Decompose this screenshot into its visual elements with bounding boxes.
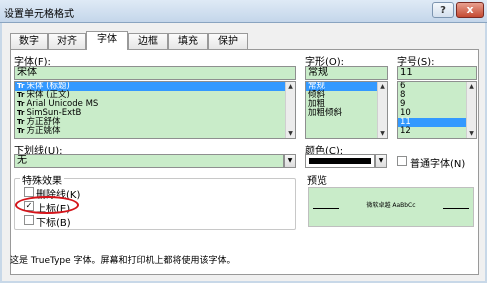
tab-border[interactable]: 边框 [128,33,168,49]
subscript-label: 下标(B) [36,218,71,229]
font-info-text: 这是 TrueType 字体。屏幕和打印机上都将使用该字体。 [10,256,236,266]
chevron-down-icon: ▼ [378,157,384,164]
scroll-down-icon[interactable]: ▼ [467,129,476,138]
scroll-down-icon[interactable]: ▼ [286,129,295,138]
tab-number[interactable]: 数字 [10,33,48,49]
strikethrough-checkbox[interactable] [24,187,34,197]
tab-alignment[interactable]: 对齐 [48,33,86,49]
preview-text: 微软卓越 AaBbCc [366,202,416,209]
color-swatch [309,158,371,164]
list-item-label: 加粗倾斜 [308,108,343,118]
preview-box: 微软卓越 AaBbCc [308,187,474,227]
size-list[interactable]: 6 8 9 10 11 12 ▲ ▼ [397,81,477,139]
style-list-scrollbar[interactable]: ▲ ▼ [377,82,387,138]
list-item[interactable]: 加粗倾斜 [306,109,387,118]
list-item[interactable]: 6 [398,82,476,91]
list-item-label: 方正姚体 [26,126,61,136]
preview-baseline-left [313,208,339,209]
tab-fill[interactable]: 填充 [168,33,208,49]
preview-label: 预览 [307,176,327,187]
style-input[interactable]: 常规 [305,66,388,80]
help-button[interactable]: ? [432,2,454,18]
title-bar: 设置单元格格式 ? x [0,0,487,23]
scroll-down-icon[interactable]: ▼ [378,129,387,138]
scroll-up-icon[interactable]: ▲ [467,82,476,91]
truetype-icon: Tr [17,109,25,117]
list-item[interactable]: Tr 方正姚体 [15,127,295,136]
underline-select[interactable]: 无 [14,154,284,168]
color-dropdown-button[interactable]: ▼ [375,154,387,168]
subscript-checkbox[interactable] [24,215,34,225]
color-select[interactable] [305,154,375,168]
preview-baseline-right [443,208,469,209]
tab-protection[interactable]: 保护 [208,33,248,49]
font-input[interactable]: 宋体 [14,66,296,80]
size-input[interactable]: 11 [397,66,477,80]
truetype-icon: Tr [17,127,25,135]
size-list-scrollbar[interactable]: ▲ ▼ [466,82,476,138]
truetype-icon: Tr [17,100,25,108]
window-title: 设置单元格格式 [4,9,74,20]
effects-group-label: 特殊效果 [20,172,64,187]
red-highlight-oval [15,196,79,214]
truetype-icon: Tr [17,82,25,90]
truetype-icon: Tr [17,91,25,99]
font-list[interactable]: Tr 宋体 (标题) Tr 宋体 (正文) Tr Arial Unicode MS Tr Si… [14,81,296,139]
tab-font[interactable]: 字体 [86,31,128,50]
chevron-down-icon: ▼ [287,157,293,164]
list-item[interactable]: 8 [398,91,476,100]
style-list[interactable]: 常规 倾斜 加粗 加粗倾斜 ▲ ▼ [305,81,388,139]
underline-dropdown-button[interactable]: ▼ [284,154,296,168]
normal-font-checkbox[interactable] [397,156,407,166]
normal-font-label: 普通字体(N) [410,159,466,170]
scroll-up-icon[interactable]: ▲ [286,82,295,91]
list-item-label: 12 [400,126,411,136]
truetype-icon: Tr [17,118,25,126]
close-button[interactable]: x [456,2,484,18]
scroll-up-icon[interactable]: ▲ [378,82,387,91]
list-item[interactable]: 12 [398,127,476,136]
font-list-scrollbar[interactable]: ▲ ▼ [285,82,295,138]
